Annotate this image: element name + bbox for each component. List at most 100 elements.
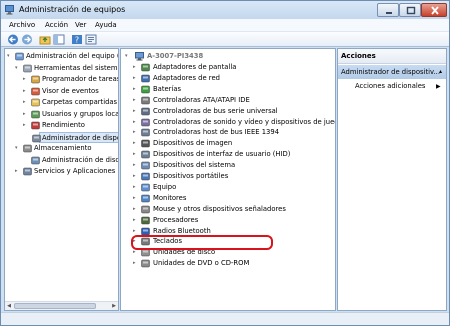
device-category-row[interactable]: ▸ Adaptadores de red — [133, 73, 333, 84]
more-actions-link[interactable]: Acciones adicionales — [355, 81, 425, 92]
expand-arrow-icon[interactable]: ▸ — [133, 62, 139, 73]
expander-arrow-icon[interactable]: ▸ — [23, 86, 29, 97]
submenu-arrow-icon[interactable]: ▶ — [436, 81, 441, 92]
expander-arrow-icon[interactable]: ▸ — [23, 74, 29, 85]
show-tree-icon[interactable] — [53, 34, 65, 45]
maximize-icon — [406, 6, 416, 15]
device-category-row[interactable]: ▸ Dispositivos del sistema — [133, 160, 333, 171]
device-category-row[interactable]: ▸ Dispositivos portátiles — [133, 171, 333, 182]
expander-arrow-icon[interactable] — [24, 133, 30, 144]
toolbar: ? — [1, 32, 449, 47]
collapse-arrow-icon[interactable]: ▾ — [125, 51, 131, 62]
device-category-row[interactable]: ▸ Unidades de DVD o CD-ROM — [133, 258, 333, 269]
device-category-row[interactable]: ▸ Controladoras ATA/ATAPI IDE — [133, 95, 333, 106]
scroll-thumb[interactable] — [14, 303, 96, 309]
expand-arrow-icon[interactable]: ▸ — [133, 193, 139, 204]
camera-icon — [141, 139, 150, 148]
device-category-row[interactable]: ▸ Controladoras de bus serie universal — [133, 106, 333, 117]
device-category-row[interactable]: ▸ Equipo — [133, 182, 333, 193]
device-category-row[interactable]: ▸ Mouse y otros dispositivos señaladores — [133, 204, 333, 215]
properties-icon[interactable] — [85, 34, 97, 45]
expand-arrow-icon[interactable]: ▸ — [133, 182, 139, 193]
menu-ayuda[interactable]: Ayuda — [95, 21, 117, 29]
tree-item[interactable]: ▾ Administración del equipo (loc — [7, 51, 118, 62]
ide-controller-icon — [141, 96, 150, 105]
device-category-row[interactable]: ▸ Dispositivos de interfaz de usuario (HI… — [133, 149, 333, 160]
console-tree-pane[interactable]: ▾ Administración del equipo (loc ▾ Herramie… — [4, 48, 119, 311]
scroll-left-arrow-icon[interactable]: ◀ — [5, 302, 13, 310]
maximize-button[interactable] — [399, 3, 421, 17]
menu-ver[interactable]: Ver — [75, 21, 86, 29]
tree-item-label: Programador de tareas — [42, 75, 119, 83]
menu-archivo[interactable]: Archivo — [9, 21, 35, 29]
computer-management-app-icon — [5, 5, 14, 15]
expand-arrow-icon[interactable]: ▸ — [133, 95, 139, 106]
users-icon — [31, 110, 40, 119]
hid-icon — [141, 150, 150, 159]
status-bar — [1, 312, 449, 325]
device-category-row[interactable]: ▸ Procesadores — [133, 215, 333, 226]
expand-arrow-icon[interactable]: ▸ — [133, 160, 139, 171]
expander-arrow-icon[interactable]: ▾ — [15, 143, 21, 154]
horizontal-scrollbar[interactable]: ◀ ▶ — [5, 301, 118, 310]
expander-arrow-icon[interactable]: ▾ — [15, 63, 21, 74]
device-category-row[interactable]: ▸ Monitores — [133, 193, 333, 204]
device-root-node[interactable]: ▾ A-3007-PI3438 — [125, 51, 325, 62]
device-category-row[interactable]: ▸ Adaptadores de pantalla — [133, 62, 333, 73]
device-category-label: Dispositivos portátiles — [153, 172, 229, 180]
collapse-caret-icon[interactable]: ▴ — [439, 65, 442, 79]
tree-item[interactable]: ▸ Rendimiento — [23, 120, 115, 131]
up-folder-icon[interactable] — [39, 34, 51, 45]
minimize-icon — [386, 12, 392, 14]
expand-arrow-icon[interactable]: ▸ — [133, 149, 139, 160]
expander-arrow-icon[interactable]: ▸ — [23, 120, 29, 131]
expand-arrow-icon[interactable]: ▸ — [133, 127, 139, 138]
scroll-right-arrow-icon[interactable]: ▶ — [110, 302, 118, 310]
back-icon[interactable] — [7, 34, 19, 45]
tree-item[interactable]: ▸ Visor de eventos — [23, 86, 115, 97]
tree-item[interactable]: Administrador de dispo — [32, 131, 118, 143]
tree-item[interactable]: ▾ Herramientas del sistema — [15, 63, 118, 74]
actions-section-device-manager[interactable]: Administrador de dispositiv... ▴ — [338, 65, 446, 79]
tree-item[interactable]: ▸ Carpetas compartidas — [23, 97, 117, 108]
device-category-label: Dispositivos del sistema — [153, 161, 236, 170]
device-category-row[interactable]: ▸ Controladoras host de bus IEEE 1394 — [133, 127, 333, 138]
device-category-row[interactable]: ▸ Dispositivos de imagen — [133, 138, 333, 149]
title-bar[interactable]: Administración de equipos — [1, 1, 449, 19]
expand-arrow-icon[interactable]: ▸ — [133, 117, 139, 128]
tree-item[interactable]: ▾ Almacenamiento — [15, 143, 115, 154]
actions-section-label: Administrador de dispositiv... — [341, 68, 440, 76]
device-category-label: Controladoras host de bus IEEE 1394 — [153, 128, 280, 137]
minimize-button[interactable] — [377, 3, 399, 17]
expand-arrow-icon[interactable]: ▸ — [133, 215, 139, 226]
help-icon[interactable]: ? — [71, 34, 83, 45]
expander-arrow-icon[interactable] — [23, 155, 29, 166]
forward-icon[interactable] — [21, 34, 33, 45]
tree-item[interactable]: Administración de disco — [23, 155, 118, 166]
expand-arrow-icon[interactable]: ▸ — [133, 73, 139, 84]
device-category-label: Unidades de DVD o CD-ROM — [153, 259, 250, 268]
expand-arrow-icon[interactable]: ▸ — [133, 84, 139, 95]
device-tree-pane[interactable]: ▾ A-3007-PI3438 ▸ Adaptadores de pantalla… — [120, 48, 336, 311]
disk-management-icon — [31, 156, 40, 165]
tree-item[interactable]: ▸ Programador de tareas — [23, 74, 118, 85]
computer-icon — [141, 183, 150, 192]
tree-item[interactable]: ▸ Usuarios y grupos locale — [23, 109, 118, 120]
expander-arrow-icon[interactable]: ▸ — [15, 166, 21, 177]
tree-item-label: Administración del equipo (loc — [26, 52, 119, 60]
tree-item[interactable]: ▸ Servicios y Aplicaciones — [15, 166, 115, 177]
device-category-row[interactable]: ▸ Baterías — [133, 84, 333, 95]
computer-management-icon — [15, 52, 24, 61]
expand-arrow-icon[interactable]: ▸ — [133, 138, 139, 149]
expand-arrow-icon[interactable]: ▸ — [133, 171, 139, 182]
device-category-row[interactable]: ▸ Controladoras de sonido y vídeo y dispo… — [133, 117, 335, 128]
expand-arrow-icon[interactable]: ▸ — [133, 258, 139, 269]
expand-arrow-icon[interactable]: ▸ — [133, 204, 139, 215]
menu-accion[interactable]: Acción — [45, 21, 68, 29]
expander-arrow-icon[interactable]: ▸ — [23, 97, 29, 108]
expander-arrow-icon[interactable]: ▸ — [23, 109, 29, 120]
expand-arrow-icon[interactable]: ▸ — [133, 106, 139, 117]
expander-arrow-icon[interactable]: ▾ — [7, 51, 13, 62]
close-button[interactable] — [421, 3, 447, 17]
close-icon — [431, 6, 439, 15]
